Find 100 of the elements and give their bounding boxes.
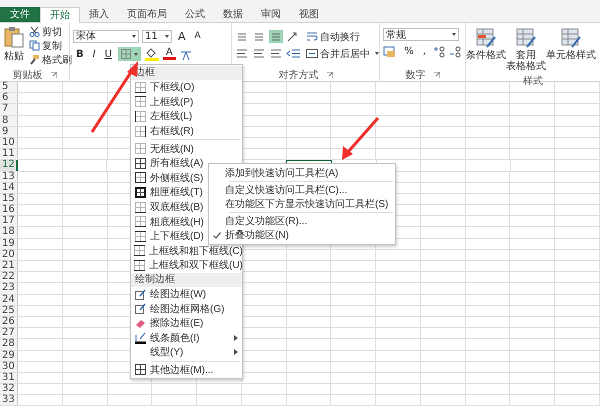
indent-icon[interactable]: [286, 47, 302, 60]
paste-button[interactable]: 粘贴: [3, 25, 25, 68]
row-header[interactable]: 5: [0, 82, 18, 92]
style-label: 表格格式: [506, 61, 546, 72]
menu-item[interactable]: 自定义快速访问工具栏(C)...: [209, 183, 395, 197]
ribbon-tab[interactable]: 视图: [290, 7, 328, 22]
launcher-icon[interactable]: [50, 72, 56, 78]
style-label: 条件格式: [466, 50, 506, 61]
row-header[interactable]: 10: [0, 138, 18, 148]
launcher-icon[interactable]: [434, 72, 440, 78]
row-header[interactable]: 7: [0, 104, 18, 115]
cut-button[interactable]: 剪切: [28, 25, 73, 38]
row-header[interactable]: 26: [0, 316, 18, 328]
menu-item[interactable]: 无框线(N): [131, 141, 242, 156]
menu-item[interactable]: 左框线(L): [131, 109, 242, 124]
increase-decimal-icon[interactable]: [432, 44, 446, 58]
style-gallery-button[interactable]: 套用 表格格式: [506, 25, 546, 74]
row-header[interactable]: 15: [0, 194, 18, 204]
menu-section-header: 绘制边框: [131, 272, 242, 287]
menu-item[interactable]: 绘图边框网格(G): [131, 301, 242, 316]
ribbon-tab[interactable]: 公式: [176, 7, 214, 22]
row-header[interactable]: 17: [0, 216, 18, 226]
menu-item[interactable]: 添加到快速访问工具栏(A): [209, 166, 395, 180]
shrink-font-button[interactable]: A: [192, 29, 204, 43]
comma-button[interactable]: ,: [420, 44, 429, 58]
font-name-field[interactable]: 宋体: [73, 30, 139, 42]
row-header[interactable]: 25: [0, 306, 18, 316]
menu-item[interactable]: 上框线和双下框线(U): [131, 258, 242, 273]
merge-center-button[interactable]: 合并后居中: [305, 47, 380, 60]
border-icon: [134, 202, 146, 213]
row-header[interactable]: 28: [0, 339, 18, 350]
format-painter-button[interactable]: 格式刷: [28, 53, 73, 66]
ribbon-tab[interactable]: 审阅: [252, 7, 290, 22]
ribbon-tab[interactable]: 开始: [40, 7, 80, 23]
menu-item[interactable]: 其他边框(M)...: [131, 362, 242, 378]
row-header[interactable]: 27: [0, 328, 18, 338]
font-style-button[interactable]: U: [102, 47, 115, 61]
menu-item[interactable]: 上框线(P): [131, 94, 242, 110]
line-color-icon: [134, 332, 146, 344]
borders-button[interactable]: [118, 47, 141, 61]
style-gallery-button[interactable]: 单元格样式: [546, 25, 596, 74]
launcher-icon[interactable]: [326, 72, 332, 78]
row-header[interactable]: 11: [0, 149, 18, 160]
menu-item[interactable]: 自定义功能区(R)...: [209, 214, 395, 228]
border-icon: [134, 143, 146, 154]
align-icon[interactable]: [269, 47, 283, 60]
font-style-button[interactable]: B: [73, 47, 87, 61]
row-header[interactable]: 20: [0, 250, 18, 260]
row-header[interactable]: 19: [0, 238, 18, 249]
scissors-icon: [29, 26, 40, 37]
ribbon-tab[interactable]: 数据: [214, 7, 252, 22]
ribbon-tab[interactable]: 插入: [80, 7, 118, 22]
clipboard-icon: [4, 26, 24, 48]
row-header[interactable]: 33: [0, 395, 18, 406]
group-label: 数字: [406, 68, 426, 82]
row-header[interactable]: 29: [0, 350, 18, 361]
menu-item[interactable]: 绘图边框(W): [131, 286, 242, 302]
ribbon-tab[interactable]: 页面布局: [118, 7, 176, 22]
align-icon[interactable]: [252, 47, 266, 60]
row-header[interactable]: 16: [0, 205, 18, 216]
menu-item[interactable]: 擦除边框(E): [131, 316, 242, 330]
align-icon[interactable]: [269, 30, 283, 43]
row-header[interactable]: 30: [0, 362, 18, 372]
grow-font-button[interactable]: A: [175, 29, 189, 43]
menu-item[interactable]: 右框线(R): [131, 124, 242, 138]
align-icon[interactable]: [235, 47, 249, 60]
wrap-text-button[interactable]: 自动换行: [305, 30, 361, 43]
ribbon-tab[interactable]: 文件: [0, 7, 40, 22]
row-header[interactable]: 21: [0, 261, 18, 272]
row-header[interactable]: 22: [0, 272, 18, 282]
style-gallery-button[interactable]: 条件格式: [466, 25, 506, 74]
submenu-arrow-icon: [234, 334, 238, 341]
menu-item[interactable]: 上框线和粗下框线(C): [131, 244, 242, 258]
copy-icon: [29, 40, 40, 51]
font-size-field[interactable]: 11: [142, 30, 172, 42]
row-header[interactable]: 32: [0, 384, 18, 394]
pencil-icon: [134, 288, 146, 300]
font-style-button[interactable]: I: [90, 47, 99, 61]
menu-item[interactable]: 线条颜色(I): [131, 330, 242, 346]
menu-item[interactable]: 下框线(O): [131, 80, 242, 95]
copy-button[interactable]: 复制: [28, 39, 73, 52]
row-header[interactable]: 18: [0, 227, 18, 238]
percent-button[interactable]: %: [401, 44, 417, 58]
menu-item[interactable]: 折叠功能区(N): [209, 228, 395, 242]
row-header[interactable]: 31: [0, 372, 18, 384]
fill-color-icon[interactable]: [144, 47, 160, 61]
decrease-decimal-icon[interactable]: [448, 44, 462, 58]
number-format-field[interactable]: 常规: [383, 28, 459, 41]
row-header[interactable]: 13: [0, 172, 18, 182]
style-label: 套用: [516, 50, 536, 61]
font-color-button[interactable]: A: [162, 48, 176, 60]
row-header[interactable]: 8: [0, 116, 18, 126]
menu-item[interactable]: 在功能区下方显示快速访问工具栏(S): [209, 197, 395, 211]
row-header[interactable]: 23: [0, 283, 18, 294]
row-header[interactable]: 6: [0, 93, 18, 104]
row-header[interactable]: 14: [0, 182, 18, 193]
row-header[interactable]: 9: [0, 126, 18, 137]
row-header[interactable]: 12: [0, 160, 18, 170]
row-header[interactable]: 24: [0, 294, 18, 305]
menu-item[interactable]: 线型(Y): [131, 345, 242, 360]
